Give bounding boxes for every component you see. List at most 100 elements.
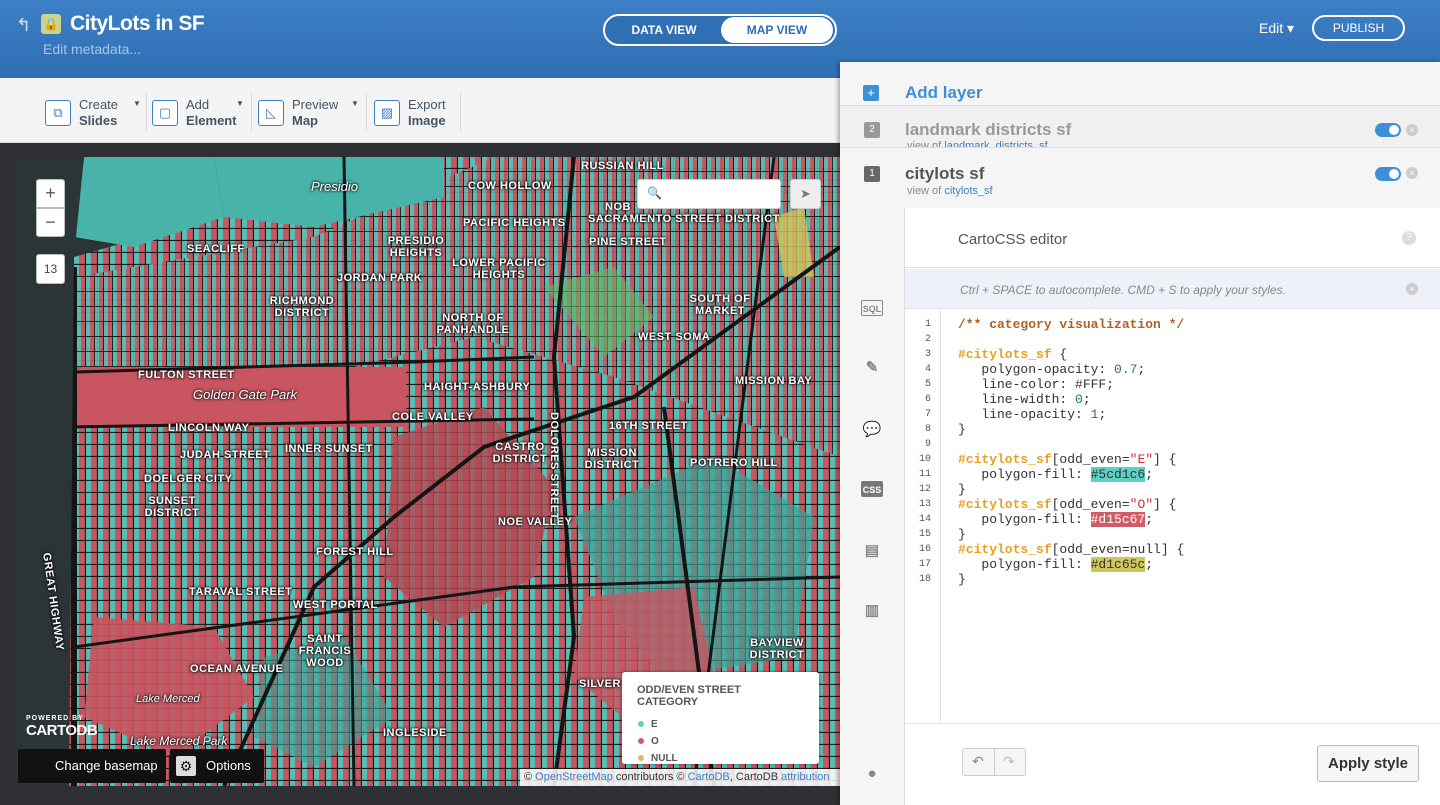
close-icon[interactable]: × (1406, 283, 1418, 295)
map-attribution: © OpenStreetMap contributors © CartoDB, … (520, 769, 840, 786)
layer-visibility-toggle[interactable] (1375, 123, 1401, 137)
code-line: /** category visualization */ (958, 317, 1185, 332)
legend-icon[interactable]: ▤ (861, 543, 883, 559)
map-label: WEST PORTAL (293, 599, 378, 611)
edit-metadata-link[interactable]: Edit metadata... (43, 41, 141, 57)
map-label: TARAVAL STREET (189, 586, 293, 598)
code-line: polygon-fill: #5cd1c6; (958, 467, 1154, 482)
map-label: SEACLIFF (187, 243, 245, 255)
line-number: 3 (924, 349, 931, 360)
layer-1-header[interactable]: 1 citylots sf view of citylots_sf × (840, 148, 1440, 208)
attribution-link[interactable]: attribution (781, 771, 829, 783)
plus-icon: + (863, 85, 879, 101)
close-icon[interactable]: × (1406, 124, 1418, 136)
map-title[interactable]: CityLots in SF (70, 12, 205, 36)
editor-title: CartoCSS editor (958, 231, 1068, 248)
map-label: MISSION DISTRICT (584, 447, 640, 471)
filters-icon[interactable]: ▥ (861, 603, 883, 619)
layer-name: landmark districts sf (905, 120, 1072, 139)
divider (994, 749, 995, 775)
map-label: LOWER PACIFIC HEIGHTS (452, 257, 546, 281)
line-number: 14 (918, 514, 931, 525)
map-label: POTRERO HILL (690, 457, 778, 469)
table-link[interactable]: citylots_sf (944, 185, 992, 197)
element-icon: ▢ (152, 100, 178, 126)
map-label: SILVER (579, 678, 621, 690)
apply-style-button[interactable]: Apply style (1317, 745, 1419, 782)
code-line: line-opacity: 1; (958, 407, 1107, 422)
layer-number: 2 (864, 122, 880, 138)
map-search-input[interactable]: 🔍 (637, 179, 781, 209)
editor-header: CartoCSS editor ? (905, 208, 1440, 268)
legend-item: NULL (637, 750, 804, 767)
wizard-icon[interactable]: ✎ (861, 360, 883, 376)
change-basemap-button[interactable]: Change basemap (18, 749, 166, 783)
line-number: 5 (924, 379, 931, 390)
create-slides-button[interactable]: ⧉ Create Slides ▼ (45, 97, 145, 129)
map-label: 16TH STREET (609, 420, 688, 432)
line-number: 13 (918, 499, 931, 510)
export-image-button[interactable]: ▨ Export Image (374, 97, 454, 129)
sql-tab[interactable]: SQL (861, 300, 883, 316)
map-label: DOLORES STREET (548, 412, 560, 520)
tool-label: Create (79, 97, 119, 112)
code-line: } (958, 422, 966, 437)
infowindow-icon[interactable]: 💬 (861, 422, 883, 438)
view-of-text: view of (907, 140, 942, 148)
code-line: polygon-opacity: 0.7; (958, 362, 1146, 377)
publish-button[interactable]: PUBLISH (1312, 15, 1405, 41)
legend-title: ODD/EVEN STREET CATEGORY (637, 684, 741, 708)
add-element-button[interactable]: ▢ Add Element ▼ (152, 97, 252, 129)
view-of-text: view of (907, 185, 942, 197)
map-options-button[interactable]: ⚙ Options (170, 749, 264, 783)
code-line: #citylots_sf[odd_even="E"] { (958, 452, 1177, 467)
layer-2-header[interactable]: 2 landmark districts sf view of landmark… (840, 106, 1440, 148)
map-label: SACRAMENTO STREET DISTRICT (588, 213, 780, 225)
edit-menu[interactable]: Edit ▾ (1259, 20, 1294, 37)
lock-icon[interactable]: 🔒 (41, 14, 61, 34)
share-icon[interactable]: ➤ (790, 179, 821, 209)
redo-icon[interactable]: ↷ (1003, 753, 1015, 770)
css-tab[interactable]: CSS (861, 481, 883, 497)
map-canvas[interactable]: + − 13 🔍 ➤ RUSSIAN HILL COW HOLLOW Presi… (14, 157, 840, 786)
code-line: polygon-fill: #d15c67; (958, 512, 1154, 527)
hint-text: Ctrl + SPACE to autocomplete. CMD + S to… (960, 283, 1286, 297)
help-icon[interactable]: ? (1402, 231, 1416, 245)
data-view-tab[interactable]: DATA VIEW (607, 17, 721, 43)
map-label: RUSSIAN HILL (581, 160, 664, 172)
preview-map-button[interactable]: ◺ Preview Map ▼ (258, 97, 363, 129)
editor-hint: Ctrl + SPACE to autocomplete. CMD + S to… (905, 269, 1440, 309)
line-number: 2 (924, 334, 931, 345)
legend-label: E (651, 719, 658, 730)
legend-swatch (637, 737, 645, 746)
back-arrow-icon[interactable]: ↰ (16, 15, 31, 36)
zoom-in-button[interactable]: + (36, 179, 65, 208)
map-label: NOB (605, 201, 631, 213)
lightbulb-icon[interactable]: ● (861, 766, 883, 782)
table-link[interactable]: landmark_districts_sf (944, 140, 1047, 147)
line-number: 9 (924, 439, 931, 450)
divider (366, 93, 367, 131)
map-view-tab[interactable]: MAP VIEW (721, 17, 833, 43)
cartodb-link[interactable]: CartoDB (688, 771, 730, 783)
line-number: 17 (918, 559, 931, 570)
options-label: Options (206, 758, 251, 773)
map-label: JORDAN PARK (337, 272, 423, 284)
search-icon: 🔍 (647, 186, 662, 200)
osm-link[interactable]: OpenStreetMap (535, 771, 613, 783)
close-icon[interactable]: × (1406, 167, 1418, 179)
layer-visibility-toggle[interactable] (1375, 167, 1401, 181)
layer-source: view of landmark_districts_sf (907, 140, 1048, 148)
map-label: Presidio (311, 179, 358, 194)
add-layer-row[interactable]: + Add layer (840, 62, 1440, 106)
undo-icon[interactable]: ↶ (972, 753, 984, 770)
map-label: INNER SUNSET (285, 443, 373, 455)
line-number: 12 (918, 484, 931, 495)
undo-redo-group: ↶ ↷ (962, 748, 1026, 776)
map-legend: ODD/EVEN STREET CATEGORY E O NULL (622, 672, 819, 764)
line-number: 8 (924, 424, 931, 435)
line-number: 4 (924, 364, 931, 375)
attrib-text: , CartoDB (729, 771, 782, 783)
zoom-out-button[interactable]: − (36, 208, 65, 237)
tool-label: Map (292, 113, 318, 128)
